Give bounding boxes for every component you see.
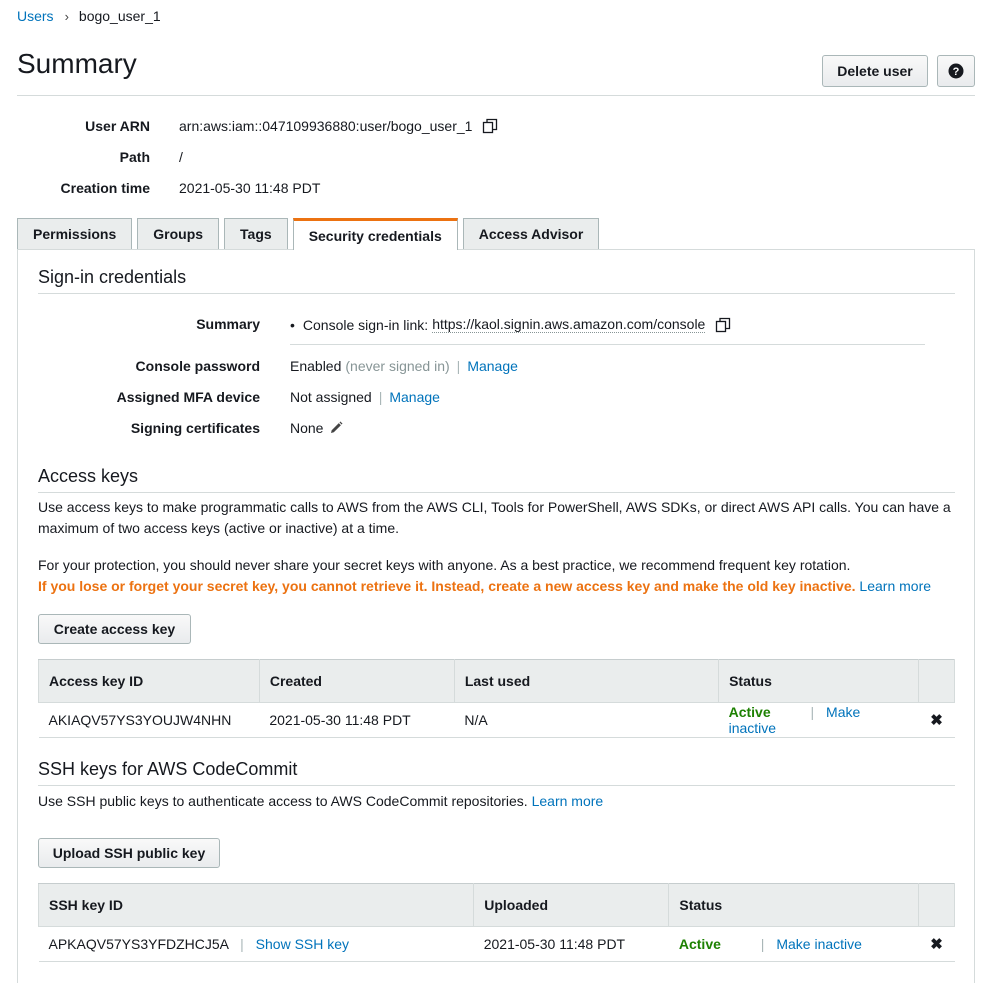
signing-certs-value: None [290, 420, 324, 436]
summary-divider [290, 344, 925, 345]
manage-password-link[interactable]: Manage [467, 358, 518, 374]
breadcrumb-users-link[interactable]: Users [17, 8, 54, 24]
access-keys-title: Access keys [38, 466, 139, 486]
copy-icon[interactable] [715, 317, 731, 333]
breadcrumb: Users › bogo_user_1 [17, 8, 161, 24]
column-status[interactable]: Status [668, 883, 919, 927]
access-key-last-used: N/A [454, 702, 719, 738]
tab-permissions[interactable]: Permissions [17, 218, 133, 249]
tab-security-credentials[interactable]: Security credentials [292, 218, 458, 250]
create-access-key-button[interactable]: Create access key [38, 614, 191, 644]
summary-label: Summary [196, 316, 260, 332]
breadcrumb-current: bogo_user_1 [78, 8, 161, 24]
tab-bar: Permissions Groups Tags Security credent… [17, 218, 604, 250]
mfa-row: Assigned MFA device Not assigned | Manag… [0, 389, 960, 405]
signing-certs-row: Signing certificates None [0, 420, 960, 436]
page-title: Summary [17, 48, 137, 79]
status-badge: Active [728, 704, 771, 720]
console-password-note: (never signed in) [345, 358, 450, 374]
mfa-label: Assigned MFA device [116, 389, 260, 405]
delete-cell: ✖ [918, 926, 955, 962]
creation-time-row: Creation time 2021-05-30 11:48 PDT [0, 180, 600, 196]
bullet: • [290, 316, 295, 333]
access-key-created: 2021-05-30 11:48 PDT [259, 702, 455, 738]
close-icon[interactable]: ✖ [930, 712, 943, 729]
status-badge: Active [678, 936, 721, 952]
column-last-used[interactable]: Last used [453, 659, 720, 703]
ssh-key-status-cell: Active | Make inactive [668, 926, 919, 962]
summary-row: Summary • Console sign-in link: https://… [0, 316, 960, 333]
show-ssh-key-link[interactable]: Show SSH key [256, 936, 349, 952]
ssh-key-uploaded: 2021-05-30 11:48 PDT [473, 926, 669, 962]
user-arn-value: arn:aws:iam::047109936880:user/bogo_user… [179, 118, 473, 134]
creation-time-label: Creation time [60, 180, 150, 196]
separator: | [810, 704, 815, 720]
separator: | [456, 358, 461, 374]
path-row: Path / [0, 149, 600, 165]
path-label: Path [119, 149, 150, 165]
chevron-right-icon: › [64, 8, 69, 24]
access-key-status-cell: Active | Make inactive [718, 702, 919, 738]
column-actions [918, 883, 955, 927]
table-row: AKIAQV57YS3YOUJW4NHN 2021-05-30 11:48 PD… [38, 702, 955, 738]
console-link-prefix: Console sign-in link: [302, 316, 429, 333]
path-value: / [179, 149, 183, 165]
separator: | [378, 389, 383, 405]
creation-time-value: 2021-05-30 11:48 PDT [179, 180, 321, 196]
tab-tags[interactable]: Tags [224, 218, 288, 249]
ssh-keys-title: SSH keys for AWS CodeCommit [38, 759, 298, 779]
learn-more-link[interactable]: Learn more [859, 578, 931, 594]
delete-user-button[interactable]: Delete user [822, 55, 928, 87]
separator: | [760, 936, 765, 952]
access-keys-description: Use access keys to make programmatic cal… [38, 499, 951, 536]
column-actions [918, 659, 955, 703]
column-status[interactable]: Status [718, 659, 919, 703]
column-access-key-id[interactable]: Access key ID [38, 659, 260, 703]
tab-access-advisor[interactable]: Access Advisor [462, 218, 600, 249]
ssh-keys-description-line: Use SSH public keys to authenticate acce… [38, 791, 953, 812]
console-password-status: Enabled [290, 358, 342, 374]
column-created[interactable]: Created [258, 659, 455, 703]
access-keys-protection-note: For your protection, you should never sh… [38, 557, 851, 573]
access-keys-warning-line: If you lose or forget your secret key, y… [38, 576, 953, 597]
upload-ssh-key-button[interactable]: Upload SSH public key [38, 838, 220, 868]
header-divider [17, 95, 975, 96]
column-ssh-key-id[interactable]: SSH key ID [37, 883, 475, 927]
delete-cell: ✖ [918, 702, 955, 738]
section-divider [38, 293, 955, 294]
help-icon: ? [948, 63, 964, 79]
pencil-icon[interactable] [329, 421, 343, 435]
help-button[interactable]: ? [937, 55, 975, 87]
learn-more-link[interactable]: Learn more [532, 793, 604, 809]
access-keys-table: Access key ID Created Last used Status A… [38, 659, 955, 738]
user-arn-label: User ARN [85, 118, 150, 134]
close-icon[interactable]: ✖ [930, 936, 943, 953]
user-arn-row: User ARN arn:aws:iam::047109936880:user/… [0, 118, 600, 134]
console-password-row: Console password Enabled (never signed i… [0, 358, 960, 374]
section-divider [38, 785, 955, 786]
ssh-keys-description: Use SSH public keys to authenticate acce… [38, 793, 528, 809]
access-keys-warning: If you lose or forget your secret key, y… [38, 578, 856, 594]
separator: | [240, 936, 244, 952]
console-password-label: Console password [135, 358, 260, 374]
signing-certs-label: Signing certificates [130, 420, 260, 436]
manage-mfa-link[interactable]: Manage [389, 389, 440, 405]
access-key-id: AKIAQV57YS3YOUJW4NHN [38, 702, 260, 738]
make-inactive-link[interactable]: Make inactive [776, 936, 862, 952]
signin-credentials-title: Sign-in credentials [38, 267, 187, 287]
mfa-value: Not assigned [290, 389, 372, 405]
ssh-key-id-cell: APKAQV57YS3YFDZHCJ5A | Show SSH key [38, 926, 474, 962]
table-row: APKAQV57YS3YFDZHCJ5A | Show SSH key 2021… [38, 926, 955, 962]
console-signin-link[interactable]: https://kaol.signin.aws.amazon.com/conso… [432, 316, 706, 333]
copy-icon[interactable] [482, 118, 498, 134]
svg-text:?: ? [953, 66, 960, 78]
tab-groups[interactable]: Groups [137, 218, 220, 249]
ssh-keys-table: SSH key ID Uploaded Status APKAQV57YS3YF… [37, 883, 955, 962]
column-uploaded[interactable]: Uploaded [473, 883, 670, 927]
section-divider [38, 492, 955, 493]
ssh-key-id: APKAQV57YS3YFDZHCJ5A [48, 936, 229, 952]
